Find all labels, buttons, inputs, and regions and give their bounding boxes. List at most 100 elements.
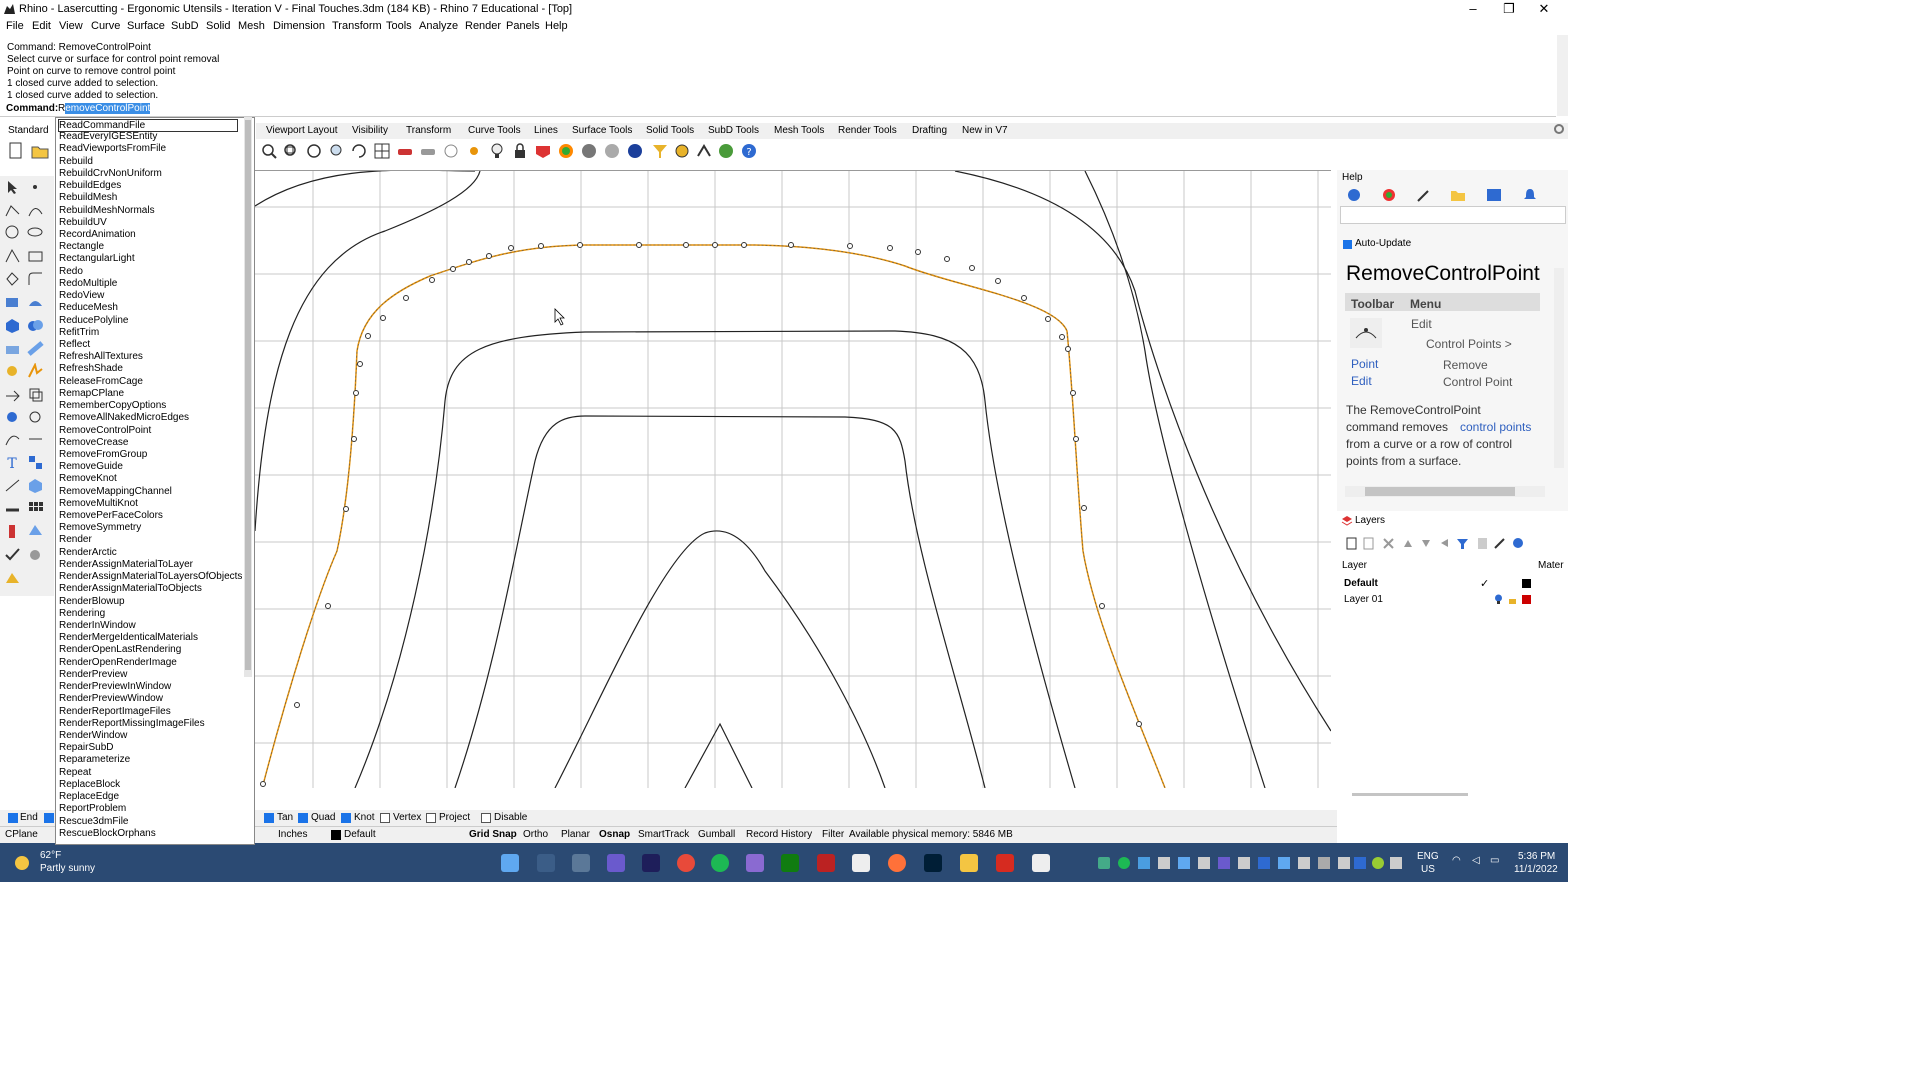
delete-layer-icon[interactable]: [1382, 537, 1395, 550]
help-tab-icon[interactable]: [1486, 187, 1502, 203]
tab-drafting[interactable]: Drafting: [912, 125, 947, 136]
current-layer-label[interactable]: Default: [344, 829, 376, 840]
render-icon[interactable]: [27, 546, 44, 563]
tray-icon[interactable]: [1158, 857, 1170, 869]
autocomplete-item[interactable]: RebuildMeshNormals: [59, 205, 155, 216]
grid-icon[interactable]: [27, 500, 44, 517]
polygon-icon[interactable]: [4, 271, 21, 288]
autocomplete-item[interactable]: RenderInWindow: [59, 620, 136, 631]
menu-help[interactable]: Help: [545, 20, 568, 32]
control-points[interactable]: [260, 242, 1142, 787]
osnap-knot-checkbox[interactable]: [341, 813, 351, 823]
point-icon[interactable]: [27, 179, 44, 196]
dimension-icon[interactable]: [4, 477, 21, 494]
tray-icon[interactable]: [1238, 857, 1250, 869]
tray-icon[interactable]: [1372, 857, 1384, 869]
grid-snap-toggle[interactable]: Grid Snap: [469, 829, 517, 840]
polyline-icon[interactable]: [4, 202, 21, 219]
autocomplete-item[interactable]: RefreshAllTextures: [59, 351, 143, 362]
tray-icon[interactable]: [1258, 857, 1270, 869]
help-vertical-scrollbar[interactable]: [1554, 268, 1564, 468]
clock-time[interactable]: 5:36 PM: [1518, 851, 1555, 862]
zoom-icon[interactable]: [260, 142, 278, 160]
autocomplete-item[interactable]: RebuildCrvNonUniform: [59, 168, 162, 179]
zoom-extents-icon[interactable]: [305, 142, 323, 160]
layers-scrollbar[interactable]: [1352, 793, 1468, 796]
chrome-icon[interactable]: [677, 854, 695, 872]
control-points-link[interactable]: control points: [1460, 420, 1531, 434]
tray-icon[interactable]: [1098, 857, 1110, 869]
teams-icon[interactable]: [607, 854, 625, 872]
mesh-icon[interactable]: [27, 523, 44, 540]
move-parent-icon[interactable]: [1438, 537, 1451, 550]
firefox-icon[interactable]: [888, 854, 906, 872]
autocomplete-item[interactable]: Repeat: [59, 767, 91, 778]
autocomplete-item[interactable]: RenderPreview: [59, 669, 127, 680]
autocomplete-item[interactable]: RenderOpenLastRendering: [59, 644, 181, 655]
osnap-vertex-checkbox[interactable]: [380, 813, 390, 823]
move-up-icon[interactable]: [1402, 537, 1415, 550]
autocomplete-item[interactable]: Reparameterize: [59, 754, 130, 765]
autocomplete-item[interactable]: ReleaseFromCage: [59, 376, 143, 387]
history-scrollbar[interactable]: [1557, 35, 1568, 116]
osnap-icon[interactable]: [465, 142, 483, 160]
autocomplete-item[interactable]: Rescue3dmFile: [59, 816, 128, 827]
autocomplete-item[interactable]: RenderReportMissingImageFiles: [59, 718, 205, 729]
osnap-disable-checkbox[interactable]: [481, 813, 491, 823]
tray-icon[interactable]: [1298, 857, 1310, 869]
autocomplete-item[interactable]: RemapCPlane: [59, 388, 124, 399]
autocomplete-item[interactable]: RenderAssignMaterialToObjects: [59, 583, 202, 594]
top-viewport[interactable]: [254, 170, 1331, 788]
weather-desc[interactable]: Partly sunny: [40, 863, 95, 874]
autocomplete-item[interactable]: ReportProblem: [59, 803, 126, 814]
split-icon[interactable]: [27, 431, 44, 448]
move-down-icon[interactable]: [1420, 537, 1433, 550]
wifi-icon[interactable]: ◠: [1452, 855, 1461, 866]
search-icon[interactable]: [537, 854, 555, 872]
render-sphere-icon[interactable]: [626, 142, 644, 160]
weather-temp[interactable]: 62°F: [40, 850, 61, 861]
autocomplete-scrollbar-thumb[interactable]: [245, 120, 251, 670]
tray-icon[interactable]: [1178, 857, 1190, 869]
autocomplete-item[interactable]: Redo: [59, 266, 83, 277]
battery-icon[interactable]: ▭: [1490, 855, 1499, 866]
lightbulb-icon[interactable]: [488, 142, 506, 160]
check-icon[interactable]: [4, 546, 21, 563]
autocomplete-item[interactable]: RenderAssignMaterialToLayersOfObjects: [59, 571, 242, 582]
brush-icon[interactable]: [1416, 187, 1432, 203]
autocomplete-item[interactable]: RenderPreviewInWindow: [59, 681, 171, 692]
photoshop-icon[interactable]: [924, 854, 942, 872]
layer-unlock-icon[interactable]: [1508, 594, 1517, 605]
layers-help-icon[interactable]: [1512, 537, 1525, 550]
autocomplete-item[interactable]: Rebuild: [59, 156, 93, 167]
filter-toggle[interactable]: Filter: [822, 829, 844, 840]
autocomplete-item[interactable]: RenderWindow: [59, 730, 127, 741]
auto-update-checkbox[interactable]: [1343, 240, 1352, 249]
tab-curve-tools[interactable]: Curve Tools: [468, 125, 521, 136]
autocomplete-item[interactable]: RemoveAllNakedMicroEdges: [59, 412, 189, 423]
tray-icon[interactable]: [1390, 857, 1402, 869]
curve-icon[interactable]: [27, 202, 44, 219]
move-icon[interactable]: [4, 386, 21, 403]
osnap-end-checkbox[interactable]: [8, 813, 18, 823]
smarttrack-toggle[interactable]: SmartTrack: [638, 829, 689, 840]
osnap-project-checkbox[interactable]: [426, 813, 436, 823]
autocomplete-item[interactable]: ReducePolyline: [59, 315, 129, 326]
autocomplete-item[interactable]: RemoveCrease: [59, 437, 128, 448]
new-layer-icon[interactable]: [1345, 537, 1358, 550]
region-label[interactable]: US: [1421, 864, 1435, 875]
autocomplete-item[interactable]: Rectangle: [59, 241, 104, 252]
menu-edit[interactable]: Edit: [32, 20, 51, 32]
autocomplete-item[interactable]: RecordAnimation: [59, 229, 136, 240]
autocomplete-item[interactable]: RebuildUV: [59, 217, 107, 228]
language-label[interactable]: ENG: [1417, 851, 1439, 862]
help-search-input[interactable]: [1340, 206, 1566, 224]
weather-icon[interactable]: [12, 851, 34, 873]
record-history-toggle[interactable]: Record History: [746, 829, 812, 840]
gumball-toggle[interactable]: Gumball: [698, 829, 735, 840]
rotate-icon[interactable]: [4, 408, 21, 425]
viewport-canvas[interactable]: [255, 171, 1331, 788]
arc-icon[interactable]: [4, 248, 21, 265]
menu-render[interactable]: Render: [465, 20, 501, 32]
xbox-icon[interactable]: [781, 854, 799, 872]
